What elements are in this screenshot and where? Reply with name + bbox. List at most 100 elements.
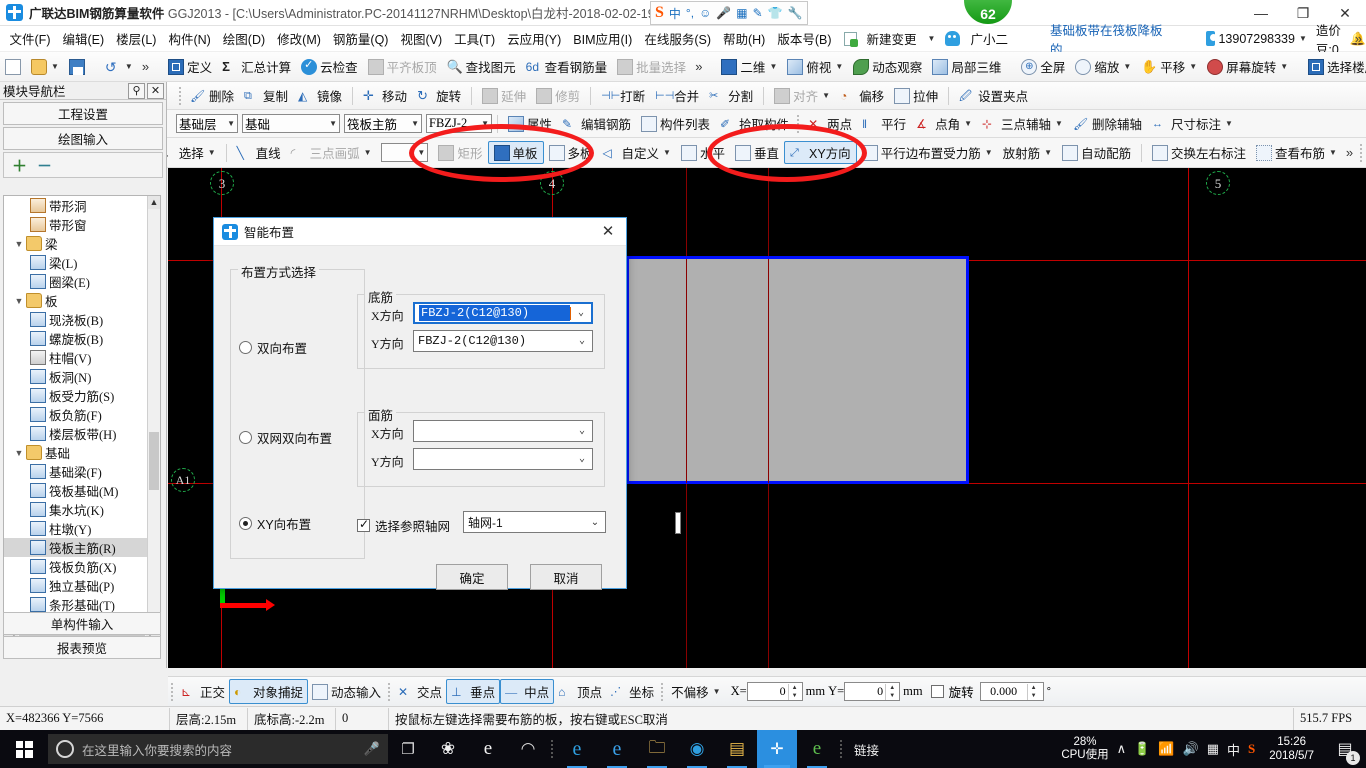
perpendicular-toggle[interactable]: ⊥ 垂点 xyxy=(446,679,501,704)
report-preview-button[interactable]: 报表预览 xyxy=(3,636,161,659)
link-label[interactable]: 链接 xyxy=(846,730,887,768)
menu-edit[interactable]: 编辑(E) xyxy=(56,27,110,50)
bottom-x-chevron-down-icon[interactable]: ⌄ xyxy=(571,307,591,319)
tree-item[interactable]: 基础梁(F) xyxy=(4,462,148,481)
tree-item[interactable]: 现浇板(B) xyxy=(4,310,148,329)
cloud-check-button[interactable]: 云检查 xyxy=(296,56,363,77)
radio-xy-direction-button[interactable] xyxy=(239,517,252,530)
toolbar1-overflow-icon[interactable]: » xyxy=(138,59,153,74)
midpoint-toggle[interactable]: — 中点 xyxy=(500,679,555,704)
rotate-input[interactable] xyxy=(980,684,1027,699)
tree-folder[interactable]: ▼ 板 xyxy=(4,291,148,310)
menu-rebar-quantity[interactable]: 钢筋量(Q) xyxy=(327,27,395,50)
menu-modify[interactable]: 修改(M) xyxy=(271,27,327,50)
taskbar-app-360browser[interactable]: e xyxy=(797,730,837,768)
toolbar4-overflow-icon[interactable]: » xyxy=(1342,145,1357,160)
split-button[interactable]: ✂ 分割 xyxy=(704,85,758,106)
break-button[interactable]: ⊣⊢ 打断 xyxy=(596,85,650,106)
skin-icon[interactable]: 👕 xyxy=(768,6,783,20)
emoji-icon[interactable]: ☺ xyxy=(699,6,711,20)
reference-grid-chevron-down-icon[interactable]: ⌄ xyxy=(585,517,605,528)
fullscreen-button[interactable]: ⊕ 全屏 xyxy=(1016,56,1070,77)
intersection-toggle[interactable]: ✕ 交点 xyxy=(394,680,446,703)
open-file-button[interactable]: ▼ xyxy=(26,58,64,76)
offset-y-stepper[interactable]: ▲▼ xyxy=(844,682,901,701)
account-phone[interactable]: 13907298339 xyxy=(1218,32,1294,46)
rotate-button[interactable]: ↻ 旋转 xyxy=(412,85,466,106)
panel-close-icon[interactable]: ✕ xyxy=(147,82,164,99)
taskbar-app-chrome[interactable]: ◉ xyxy=(677,730,717,768)
offset-x-stepper[interactable]: ▲▼ xyxy=(746,682,803,701)
offset-x-spin-arrows[interactable]: ▲ ▼ xyxy=(787,683,801,700)
offset-button[interactable]: ◔ 偏移 xyxy=(835,85,889,106)
new-file-button[interactable] xyxy=(0,58,26,76)
top-x-combo[interactable]: ⌄ xyxy=(413,420,593,442)
zoom-button[interactable]: 缩放 ▼ xyxy=(1070,56,1136,77)
menu-online-service[interactable]: 在线服务(S) xyxy=(638,27,717,50)
taskbar-search-box[interactable]: 在这里输入你要搜索的内容 🎤 xyxy=(48,734,388,764)
ok-button[interactable]: 确定 xyxy=(436,564,508,590)
settings-wrench-icon[interactable]: 🔧 xyxy=(788,6,803,20)
ime-toolbar[interactable]: S 中 °, ☺ 🎤 ▦ ✎ 👕 🔧 xyxy=(650,1,808,25)
coordinate-toggle[interactable]: ⋰ 坐标 xyxy=(606,680,658,703)
tree-item[interactable]: 圈梁(E) xyxy=(4,272,148,291)
microphone-icon[interactable]: 🎤 xyxy=(364,741,380,757)
new-change-button[interactable]: 新建变更 xyxy=(861,27,923,50)
object-snap-toggle[interactable]: ◐ 对象捕捉 xyxy=(229,679,309,704)
ortho-toggle[interactable]: ⊾ 正交 xyxy=(177,680,229,703)
battery-icon[interactable]: 🔋 xyxy=(1134,741,1150,757)
ime-indicator[interactable]: 中 xyxy=(1227,740,1240,759)
move-button[interactable]: ✛ 移动 xyxy=(358,85,412,106)
taskbar-app-ie2[interactable]: e xyxy=(597,730,637,768)
point-angle-button[interactable]: ∡ 点角 ▼ xyxy=(911,113,977,134)
single-component-input-button[interactable]: 单构件输入 xyxy=(3,612,161,635)
taskbar-app-spiral[interactable]: ◠ xyxy=(508,730,548,768)
sogou-tray-icon[interactable]: S xyxy=(1248,741,1255,757)
scroll-thumb[interactable] xyxy=(149,432,159,490)
chevron-down-icon[interactable]: ▼ xyxy=(12,296,26,306)
dimension-button[interactable]: ↔ 尺寸标注 ▼ xyxy=(1147,113,1238,134)
top-x-chevron-down-icon[interactable]: ⌄ xyxy=(572,425,592,437)
tree-item[interactable]: 柱帽(V) xyxy=(4,348,148,367)
delete-axis-button[interactable]: 🖌 删除辅轴 xyxy=(1068,113,1147,134)
dialog-close-button[interactable]: ✕ xyxy=(594,219,622,245)
microphone-icon[interactable]: 🎤 xyxy=(716,6,731,20)
radio-bidirectional-button[interactable] xyxy=(239,341,252,354)
three-point-axis-button[interactable]: ⊹ 三点辅轴 ▼ xyxy=(977,113,1068,134)
ime-lang-toggle[interactable]: 中 xyxy=(669,5,681,22)
copy-button[interactable]: ⧉ 复制 xyxy=(239,85,293,106)
keyboard-icon[interactable]: ▦ xyxy=(1207,741,1219,757)
radial-rebar-tool-button[interactable]: 放射筋 ▼ xyxy=(998,142,1057,163)
offset-x-input[interactable] xyxy=(747,684,788,699)
view-2d-button[interactable]: 二维 ▼ xyxy=(716,56,782,77)
component-type-select[interactable]: 筏板主筋 ▼ xyxy=(344,114,422,133)
radio-xy-direction[interactable]: XY向布置 xyxy=(239,514,311,533)
start-button[interactable] xyxy=(0,730,48,768)
tree-item[interactable]: 集水坑(K) xyxy=(4,500,148,519)
reference-grid-combo[interactable] xyxy=(675,512,681,534)
tray-expand-chevron-up-icon[interactable]: ∧ xyxy=(1117,741,1127,757)
view-rebar-quantity-button[interactable]: 6d 查看钢筋量 xyxy=(521,56,613,77)
save-file-button[interactable] xyxy=(64,58,90,76)
toolbar1-overflow2-icon[interactable]: » xyxy=(691,59,706,74)
define-button[interactable]: 定义 xyxy=(163,56,217,77)
menu-file[interactable]: 文件(F) xyxy=(4,27,57,50)
screen-rotate-button[interactable]: 屏幕旋转 ▼ xyxy=(1202,56,1293,77)
summary-calc-button[interactable]: Σ 汇总计算 xyxy=(217,56,296,77)
tree-item[interactable]: 筏板基础(M) xyxy=(4,481,148,500)
tree-vertical-scrollbar[interactable]: ▲ ▼ xyxy=(147,196,160,630)
merge-button[interactable]: ⊢⊣ 合并 xyxy=(650,85,704,106)
top-view-button[interactable]: 俯视 ▼ xyxy=(782,56,848,77)
tree-item[interactable]: 柱墩(Y) xyxy=(4,519,148,538)
menu-floor[interactable]: 楼层(L) xyxy=(110,27,162,50)
task-view-button[interactable]: ❐ xyxy=(388,730,428,768)
scroll-up-icon[interactable]: ▲ xyxy=(148,196,160,209)
volume-icon[interactable]: 🔊 xyxy=(1183,741,1199,757)
tree-folder[interactable]: ▼ 梁 xyxy=(4,234,148,253)
swap-dimension-button[interactable]: 交换左右标注 xyxy=(1147,142,1251,163)
tree-item[interactable]: 板洞(N) xyxy=(4,367,148,386)
menu-help[interactable]: 帮助(H) xyxy=(717,27,771,50)
dynamic-orbit-button[interactable]: 动态观察 xyxy=(848,56,927,77)
guang-xiaoer-button[interactable]: 广小二 xyxy=(964,27,1014,50)
parallel-edge-tool-button[interactable]: 平行边布置受力筋 ▼ xyxy=(857,142,998,163)
